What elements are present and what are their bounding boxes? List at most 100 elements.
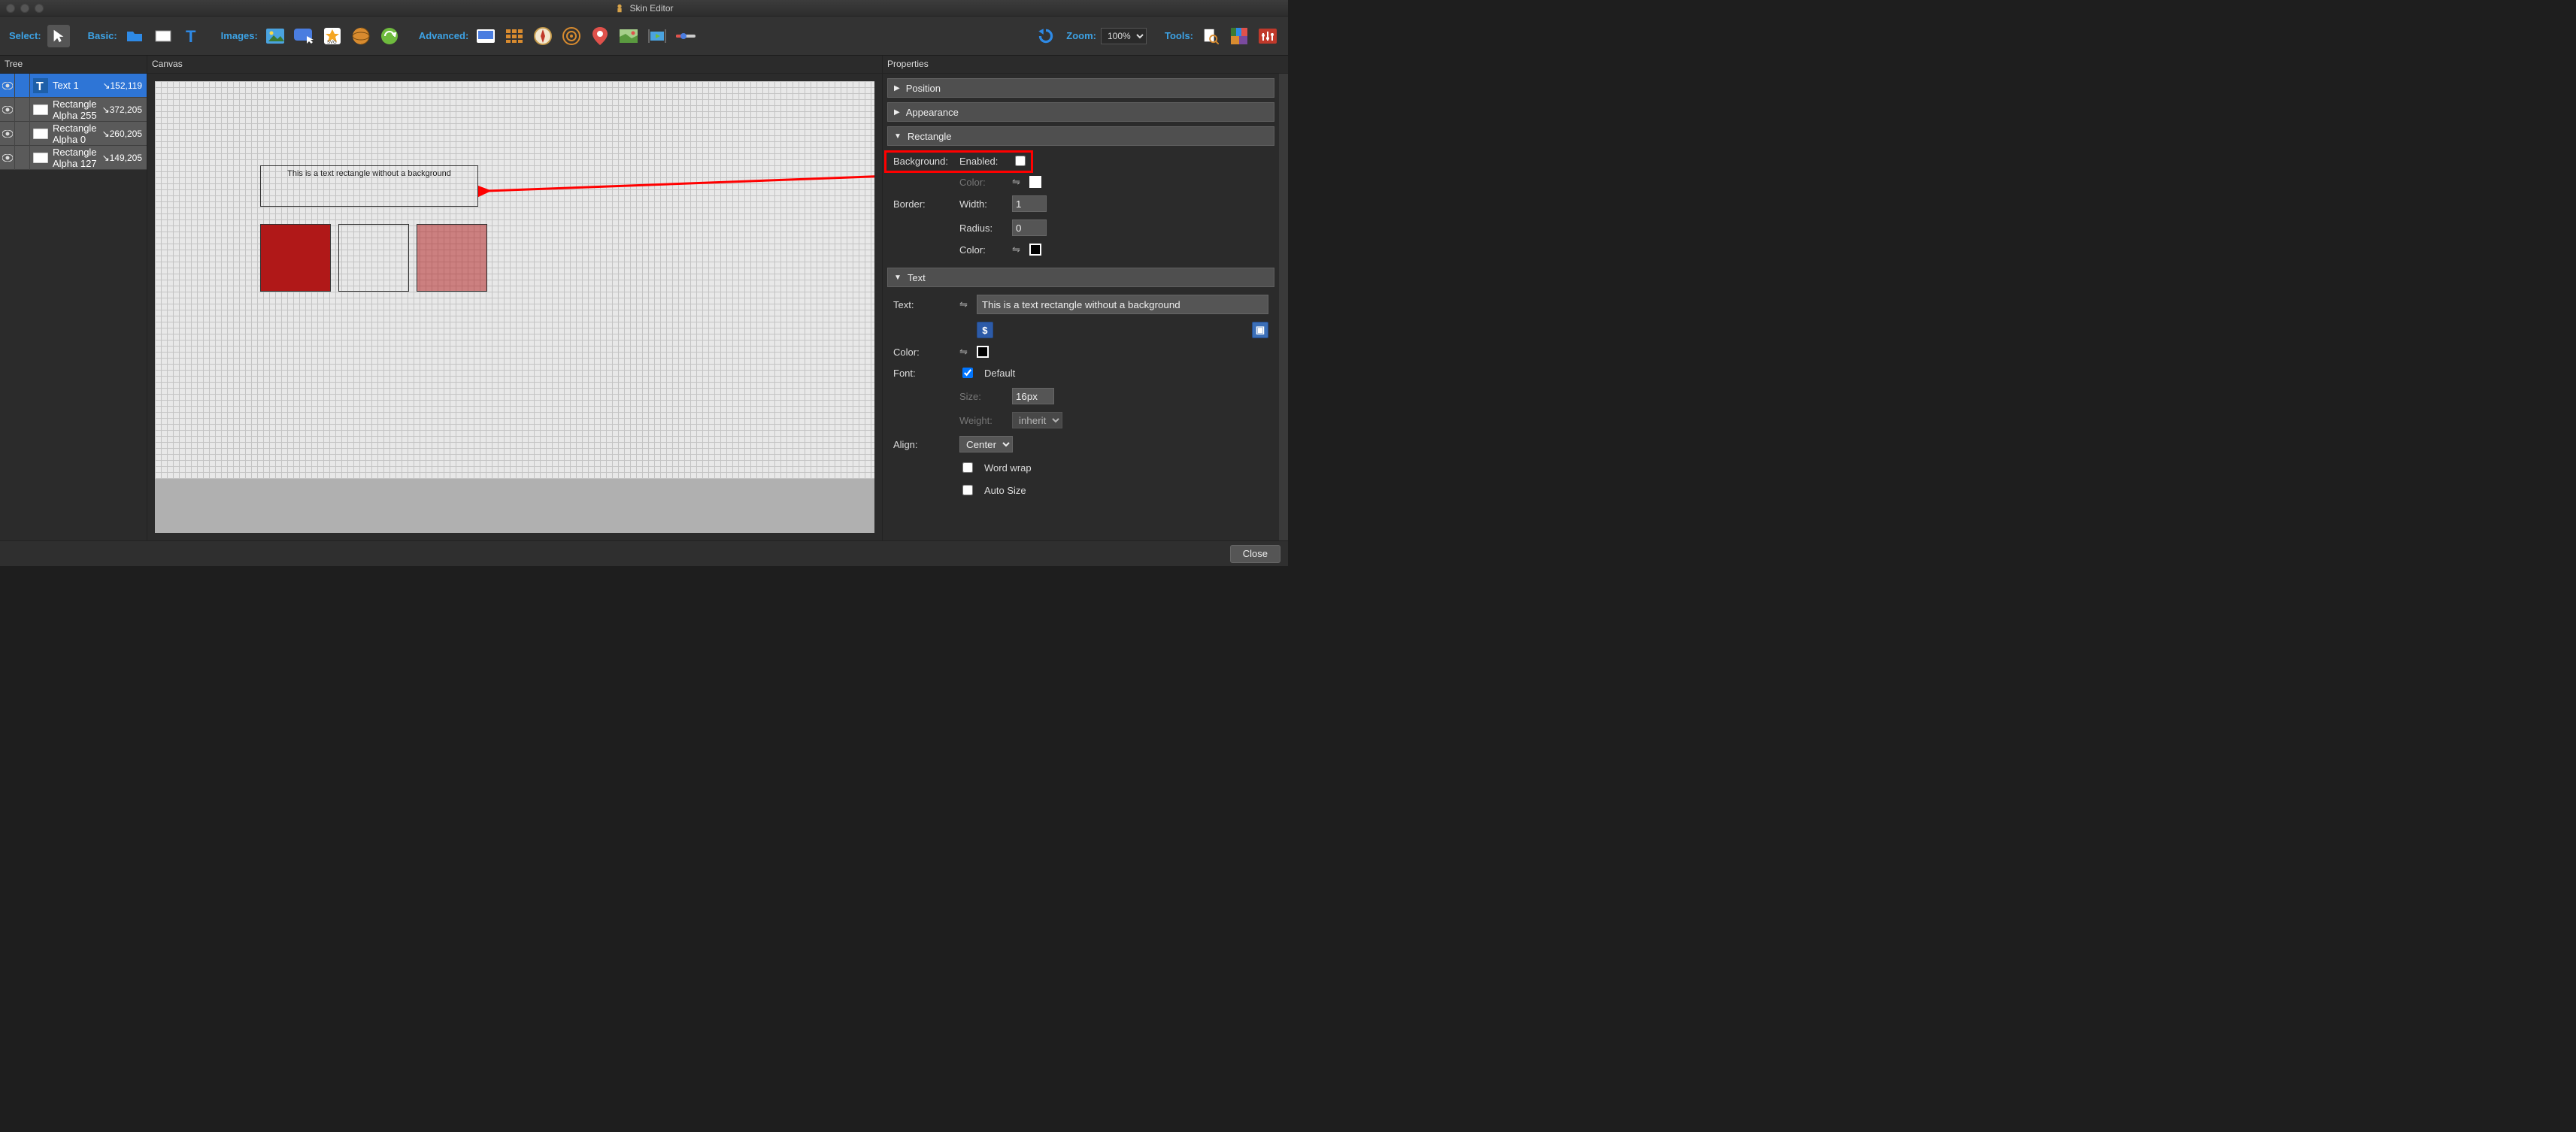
background-enabled-checkbox[interactable] xyxy=(1015,156,1026,166)
lock-slot[interactable] xyxy=(15,146,30,170)
section-title: Appearance xyxy=(906,107,959,118)
link-icon[interactable]: ⇋ xyxy=(959,298,968,310)
zoom-select[interactable]: 100% xyxy=(1101,28,1147,44)
border-color-label: Color: xyxy=(959,244,1003,256)
canvas-rect-alpha127[interactable] xyxy=(417,224,487,292)
select-label: Select: xyxy=(9,30,41,41)
align-select[interactable]: Center xyxy=(959,436,1013,452)
marker-tool-icon[interactable] xyxy=(589,25,611,47)
lock-slot[interactable] xyxy=(15,122,30,146)
container-tool-icon[interactable] xyxy=(123,25,146,47)
tree-item-label: Text 1 xyxy=(51,80,102,91)
link-icon[interactable]: ⇋ xyxy=(1012,176,1020,188)
tree-item-rect0[interactable]: Rectangle Alpha 0 ↘260,205 xyxy=(0,122,147,146)
visibility-icon[interactable] xyxy=(0,74,15,98)
section-text[interactable]: ▼ Text xyxy=(887,268,1274,287)
app-icon xyxy=(614,3,625,14)
app-window: Skin Editor Select: Basic: T Images: SVG… xyxy=(0,0,1288,566)
rectangle-section-body: Background: Enabled: Color: ⇋ Border: xyxy=(887,150,1274,263)
radar-tool-icon[interactable] xyxy=(560,25,583,47)
border-radius-input[interactable] xyxy=(1012,219,1047,236)
section-position[interactable]: ▶ Position xyxy=(887,78,1274,98)
background-label: Background: xyxy=(893,156,950,167)
align-label: Align: xyxy=(893,439,950,450)
compass-tool-icon[interactable] xyxy=(532,25,554,47)
link-icon[interactable]: ⇋ xyxy=(1012,244,1020,256)
palette-tool-icon[interactable] xyxy=(1228,25,1250,47)
canvas-header: Canvas xyxy=(147,56,882,74)
text-icon: T xyxy=(30,74,51,98)
section-title: Position xyxy=(906,83,941,94)
rect-icon xyxy=(30,122,51,146)
section-title: Text xyxy=(908,272,926,283)
tree-item-label: Rectangle Alpha 127 xyxy=(51,147,102,169)
autosize-checkbox[interactable] xyxy=(962,485,973,495)
font-size-label: Size: xyxy=(959,391,1003,402)
bg-color-swatch[interactable] xyxy=(1029,176,1041,188)
close-button[interactable]: Close xyxy=(1230,545,1280,563)
lock-slot[interactable] xyxy=(15,98,30,122)
section-rectangle[interactable]: ▼ Rectangle xyxy=(887,126,1274,146)
tools-label: Tools: xyxy=(1165,30,1193,41)
font-weight-select: inherit xyxy=(1012,412,1062,428)
window-title: Skin Editor xyxy=(0,3,1288,14)
rect-icon xyxy=(30,146,51,170)
screen-tool-icon[interactable] xyxy=(474,25,497,47)
wordwrap-checkbox[interactable] xyxy=(962,462,973,473)
properties-scrollbar[interactable] xyxy=(1279,74,1288,540)
undo-icon[interactable] xyxy=(1035,25,1057,47)
border-width-input[interactable] xyxy=(1012,195,1047,212)
text-value-input[interactable] xyxy=(977,295,1268,314)
external-tool-icon[interactable] xyxy=(378,25,401,47)
canvas-rect-alpha255[interactable] xyxy=(260,224,331,292)
font-size-input xyxy=(1012,388,1054,404)
tree-item-text1[interactable]: T Text 1 ↘152,119 xyxy=(0,74,147,98)
svg-text:SVG: SVG xyxy=(327,41,337,44)
button-tool-icon[interactable] xyxy=(292,25,315,47)
tree-header: Tree xyxy=(0,56,147,74)
bg-color-label: Color: xyxy=(959,177,1003,188)
section-appearance[interactable]: ▶ Appearance xyxy=(887,102,1274,122)
tree-item-coord: ↘260,205 xyxy=(102,129,147,139)
canvas-viewport[interactable]: This is a text rectangle without a backg… xyxy=(155,81,874,533)
visibility-icon[interactable] xyxy=(0,146,15,170)
seekbar-tool-icon[interactable] xyxy=(674,25,697,47)
tree-item-label: Rectangle Alpha 0 xyxy=(51,123,102,145)
toolbar: Select: Basic: T Images: SVG Advanced: xyxy=(0,17,1288,56)
video-tool-icon[interactable] xyxy=(646,25,668,47)
text-tool-icon[interactable]: T xyxy=(180,25,203,47)
search-tool-icon[interactable] xyxy=(1199,25,1222,47)
text-section-body: Text: ⇋ ⇋ $ ▣ Color: xyxy=(887,292,1274,505)
image-tool-icon[interactable] xyxy=(264,25,286,47)
footer: Close xyxy=(0,540,1288,566)
properties-header: Properties xyxy=(883,56,1288,74)
canvas-panel: Canvas This is a text rectangle without … xyxy=(147,56,882,540)
border-width-label: Width: xyxy=(959,198,1003,210)
tree-item-rect127[interactable]: Rectangle Alpha 127 ↘149,205 xyxy=(0,146,147,170)
lock-slot[interactable] xyxy=(15,74,30,98)
tree-item-rect255[interactable]: Rectangle Alpha 255 ↘372,205 xyxy=(0,98,147,122)
border-color-swatch[interactable] xyxy=(1029,244,1041,256)
link-icon[interactable]: ⇋ xyxy=(959,346,968,358)
font-default-checkbox[interactable] xyxy=(962,368,973,378)
nodeimage-tool-icon[interactable] xyxy=(350,25,372,47)
border-radius-label: Radius: xyxy=(959,222,1003,234)
svg-tool-icon[interactable]: SVG xyxy=(321,25,344,47)
text-color-swatch[interactable] xyxy=(977,346,989,358)
settings-tool-icon[interactable] xyxy=(1256,25,1279,47)
placeholder-button[interactable]: $ xyxy=(977,322,993,338)
canvas-text-rect[interactable]: This is a text rectangle without a backg… xyxy=(260,165,478,207)
map-tool-icon[interactable] xyxy=(617,25,640,47)
pointer-tool[interactable] xyxy=(47,25,70,47)
tree-item-coord: ↘152,119 xyxy=(102,80,147,91)
tree-panel: Tree T Text 1 ↘152,119 Rectangle Alpha 2… xyxy=(0,56,147,540)
visibility-icon[interactable] xyxy=(0,98,15,122)
rectangle-tool-icon[interactable] xyxy=(152,25,174,47)
canvas-rect-alpha0[interactable] xyxy=(338,224,409,292)
text-label: Text: xyxy=(893,299,950,310)
basic-label: Basic: xyxy=(88,30,117,41)
expand-text-button[interactable]: ▣ xyxy=(1252,322,1268,338)
visibility-icon[interactable] xyxy=(0,122,15,146)
collapse-icon: ▼ xyxy=(894,132,902,141)
grid-tool-icon[interactable] xyxy=(503,25,526,47)
